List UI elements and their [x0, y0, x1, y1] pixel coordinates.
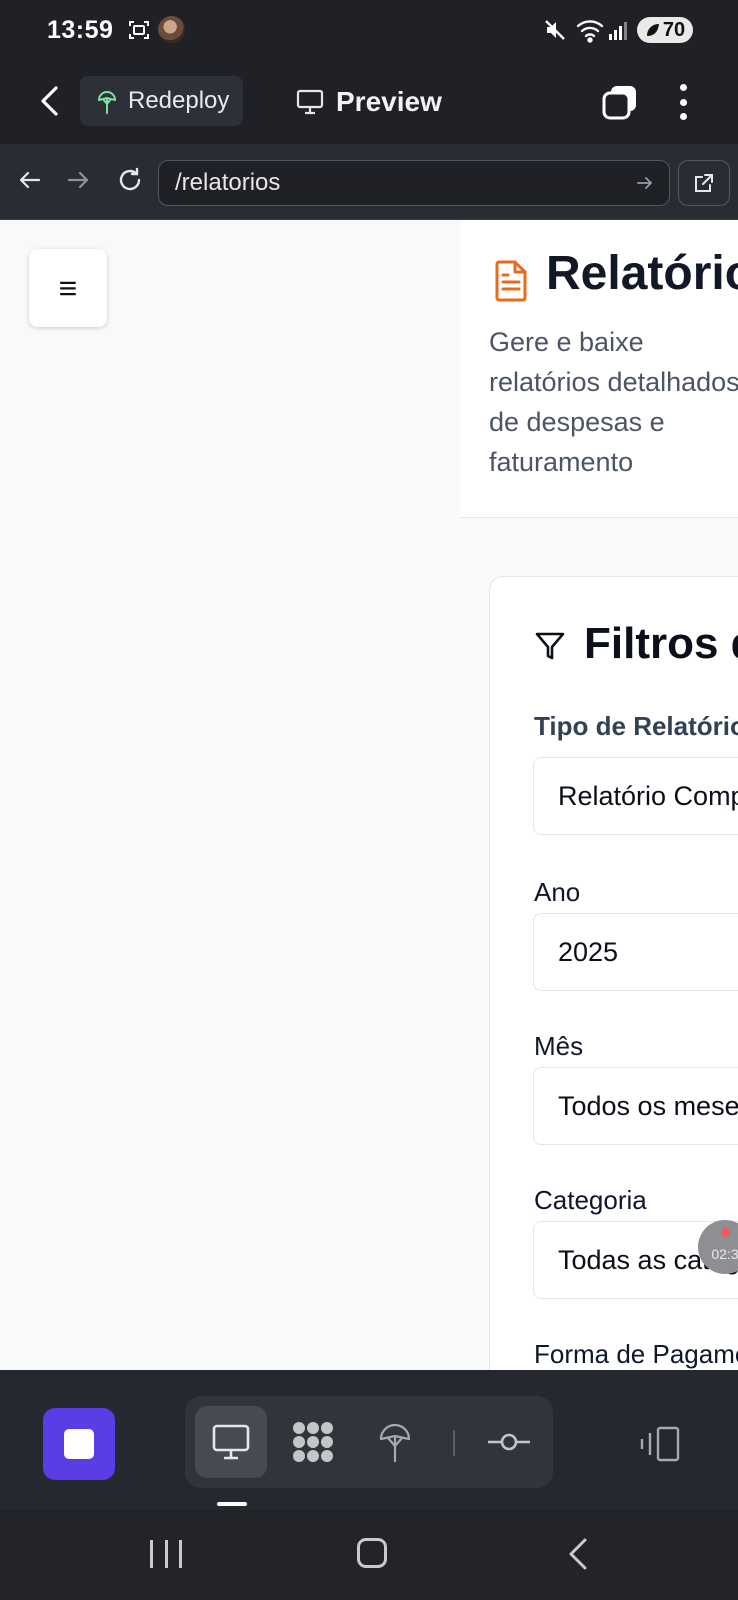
month-label: Mês [534, 1031, 584, 1061]
tabs-icon[interactable] [602, 84, 638, 120]
open-external-button[interactable] [678, 160, 730, 206]
recording-time: 02:3 [711, 1246, 738, 1262]
year-select[interactable]: 2025 [533, 913, 738, 991]
git-commit-icon [488, 1433, 530, 1451]
workflow-tool-button[interactable] [277, 1406, 349, 1478]
month-select[interactable]: Todos os meses [533, 1067, 738, 1145]
url-text: /relatorios [175, 169, 281, 196]
web-viewport: ≡ Relatórios Gere e baixe relatórios det… [0, 220, 738, 1370]
reload-icon[interactable] [116, 166, 144, 194]
battery-saver-icon [646, 24, 659, 36]
signal-icon [609, 22, 627, 40]
monitor-icon [296, 89, 324, 115]
toolbar-divider [453, 1430, 455, 1456]
notification-avatar [158, 16, 185, 43]
payment-method-label: Forma de Pagamento [534, 1339, 738, 1369]
file-text-icon [495, 260, 527, 302]
page-subtitle: Gere e baixe relatórios detalhados de de… [489, 327, 738, 477]
page-title: Relatórios [546, 247, 738, 300]
external-link-icon [695, 174, 713, 192]
bottom-toolbar [0, 1370, 738, 1510]
monitor-icon [212, 1424, 250, 1460]
more-options-icon[interactable] [670, 80, 696, 124]
deploy-tool-button[interactable] [359, 1406, 431, 1478]
preview-label: Preview [336, 86, 442, 117]
status-time: 13:59 [47, 16, 114, 44]
page-header: Relatórios Gere e baixe relatórios detal… [460, 220, 738, 518]
screen-capture-icon [129, 21, 149, 39]
recents-icon[interactable] [150, 1540, 182, 1568]
filters-title: Filtros de Relatório [584, 619, 738, 668]
app-bar: Redeploy Preview [0, 62, 738, 144]
battery-indicator: 70 [637, 17, 693, 43]
go-arrow-icon[interactable] [635, 173, 655, 193]
mute-icon [545, 20, 565, 40]
redeploy-button[interactable]: Redeploy [80, 76, 243, 126]
url-bar: /relatorios [0, 144, 738, 220]
device-toggle-button[interactable] [636, 1408, 684, 1480]
stop-button[interactable] [43, 1408, 115, 1480]
battery-level: 70 [662, 18, 686, 41]
home-icon[interactable] [357, 1538, 387, 1568]
hamburger-icon: ≡ [58, 270, 78, 306]
deploy-icon [98, 91, 116, 114]
device-frame-icon [640, 1426, 680, 1462]
url-input[interactable]: /relatorios [158, 160, 670, 206]
menu-button[interactable]: ≡ [29, 249, 107, 327]
system-back-icon[interactable] [566, 1536, 590, 1572]
gesture-indicator [217, 1502, 247, 1506]
report-type-label: Tipo de Relatório [534, 711, 738, 741]
year-label: Ano [534, 877, 581, 907]
wifi-icon [576, 20, 604, 43]
redeploy-label: Redeploy [128, 87, 230, 114]
filter-funnel-icon [535, 632, 565, 660]
browser-back-icon[interactable] [18, 168, 42, 192]
report-type-select[interactable]: Relatório Completo [533, 757, 738, 835]
stop-icon [64, 1429, 94, 1459]
dots-grid-icon [293, 1422, 333, 1462]
commit-tool-button[interactable] [473, 1406, 545, 1478]
back-button[interactable] [36, 84, 64, 118]
system-nav-bar [0, 1510, 738, 1600]
deploy-icon [379, 1423, 411, 1463]
category-label: Categoria [534, 1185, 647, 1215]
tool-group [185, 1396, 553, 1488]
preview-tool-button[interactable] [195, 1406, 267, 1478]
preview-tab[interactable]: Preview [296, 82, 442, 122]
browser-forward-icon[interactable] [66, 168, 90, 192]
status-bar: 13:59 70 [0, 0, 738, 62]
